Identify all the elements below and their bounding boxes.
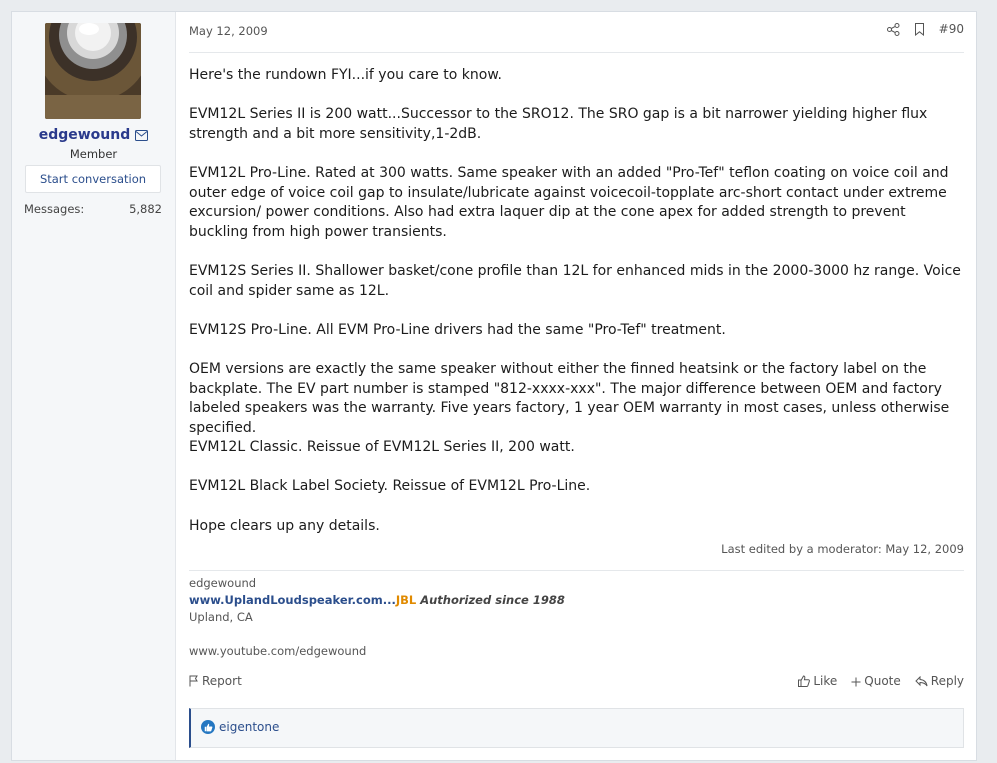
avatar[interactable] xyxy=(45,23,141,119)
header-divider xyxy=(189,52,964,53)
reply-label: Reply xyxy=(930,674,964,688)
messages-count[interactable]: 5,882 xyxy=(129,202,162,216)
messages-label: Messages: xyxy=(24,202,85,216)
signature-divider xyxy=(189,570,964,571)
signature: edgewound www.UplandLoudspeaker.com...JB… xyxy=(189,575,565,660)
reactions-bar: eigentone xyxy=(189,708,964,748)
like-button[interactable]: Like xyxy=(798,674,837,688)
plus-icon xyxy=(851,677,861,687)
post-actions: Like Quote Reply xyxy=(798,674,964,688)
reaction-users-link[interactable]: eigentone xyxy=(219,720,279,734)
flag-icon xyxy=(189,675,198,687)
bookmark-icon[interactable] xyxy=(914,22,925,36)
signature-youtube-link[interactable]: www.youtube.com/edgewound xyxy=(189,643,565,660)
signature-website-line: www.UplandLoudspeaker.com...JBL Authoriz… xyxy=(189,592,565,609)
post-date[interactable]: May 12, 2009 xyxy=(189,24,268,38)
reactions-inner: eigentone xyxy=(201,720,279,734)
post-footer: Report Like Quote Reply xyxy=(189,674,964,688)
envelope-icon[interactable] xyxy=(135,130,149,141)
signature-location: Upland, CA xyxy=(189,610,253,624)
signature-website-link[interactable]: www.UplandLoudspeaker.com... xyxy=(189,593,396,607)
thumbs-up-icon xyxy=(798,675,811,687)
post-paragraph: EVM12L Black Label Society. Reissue of E… xyxy=(189,478,591,495)
post-body: Here's the rundown FYI...if you care to … xyxy=(189,66,964,556)
like-label: Like xyxy=(813,674,838,688)
post-paragraph: EVM12S Series II. Shallower basket/cone … xyxy=(189,262,961,299)
post-container: edgewound Member Start conversation Mess… xyxy=(11,11,977,761)
post-paragraph: Here's the rundown FYI...if you care to … xyxy=(189,67,502,83)
share-icon[interactable] xyxy=(886,22,900,36)
post-main: May 12, 2009 #90 Here's the rundown FYI.… xyxy=(176,12,976,760)
user-panel: edgewound Member Start conversation Mess… xyxy=(12,12,176,760)
post-paragraph: OEM versions are exactly the same speake… xyxy=(189,360,950,436)
last-edited-note: Last edited by a moderator: May 12, 2009 xyxy=(721,542,964,556)
username-row: edgewound xyxy=(12,127,175,143)
username-link[interactable]: edgewound xyxy=(39,127,131,143)
reply-icon xyxy=(915,676,928,687)
start-conversation-button[interactable]: Start conversation xyxy=(25,165,161,193)
report-button[interactable]: Report xyxy=(189,674,242,688)
quote-label: Quote xyxy=(864,674,901,688)
post-header-actions: #90 xyxy=(886,22,964,36)
user-role: Member xyxy=(69,147,118,161)
signature-jbl: JBL xyxy=(395,593,417,607)
post-paragraph: EVM12L Series II is 200 watt...Successor… xyxy=(189,106,928,142)
post-number[interactable]: #90 xyxy=(939,22,964,36)
post-paragraph: EVM12L Classic. Reissue of EVM12L Series… xyxy=(189,439,575,456)
post-paragraph: EVM12L Pro-Line. Rated at 300 watts. Sam… xyxy=(189,164,949,240)
quote-button[interactable]: Quote xyxy=(851,674,901,688)
report-label: Report xyxy=(202,674,242,688)
messages-stat: Messages: 5,882 xyxy=(24,202,162,216)
like-reaction-icon xyxy=(201,720,215,734)
signature-authorized: Authorized since 1988 xyxy=(416,593,565,607)
post-paragraph: EVM12S Pro-Line. All EVM Pro-Line driver… xyxy=(189,321,726,338)
post-paragraph: Hope clears up any details. xyxy=(189,517,380,534)
signature-name: edgewound xyxy=(189,576,257,590)
reply-button[interactable]: Reply xyxy=(915,674,964,688)
